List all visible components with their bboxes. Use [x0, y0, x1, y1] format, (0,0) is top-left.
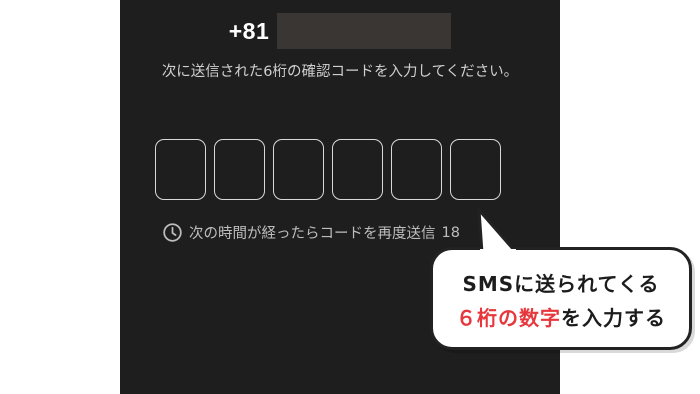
code-input-group — [155, 139, 501, 200]
resend-label: 次の時間が経ったらコードを再度送信 — [189, 226, 436, 242]
code-digit-2[interactable] — [214, 139, 265, 200]
stage: +81 次に送信された6桁の確認コードを入力してください。 次の時間が経ったらコ… — [0, 0, 700, 394]
callout-pointer — [477, 208, 516, 258]
resend-countdown: 18 — [441, 224, 460, 241]
code-digit-6[interactable] — [450, 139, 501, 200]
resend-timer: 次の時間が経ったらコードを再度送信 18 — [162, 222, 460, 243]
phone-number: +81 — [120, 12, 560, 50]
code-digit-3[interactable] — [273, 139, 324, 200]
callout-highlight: ６桁の数字 — [456, 306, 561, 330]
code-digit-4[interactable] — [332, 139, 383, 200]
annotation-callout: SMSに送られてくる ６桁の数字を入力する — [430, 247, 692, 350]
phone-number-redacted — [277, 13, 452, 49]
code-digit-5[interactable] — [391, 139, 442, 200]
instruction-text: 次に送信された6桁の確認コードを入力してください。 — [161, 64, 519, 80]
code-digit-1[interactable] — [155, 139, 206, 200]
callout-line-1: SMSに送られてくる — [462, 272, 660, 296]
country-code: +81 — [228, 17, 270, 44]
clock-icon — [163, 223, 182, 242]
callout-line-2: ６桁の数字を入力する — [433, 302, 689, 331]
callout-line-2-rest: を入力する — [561, 306, 666, 330]
